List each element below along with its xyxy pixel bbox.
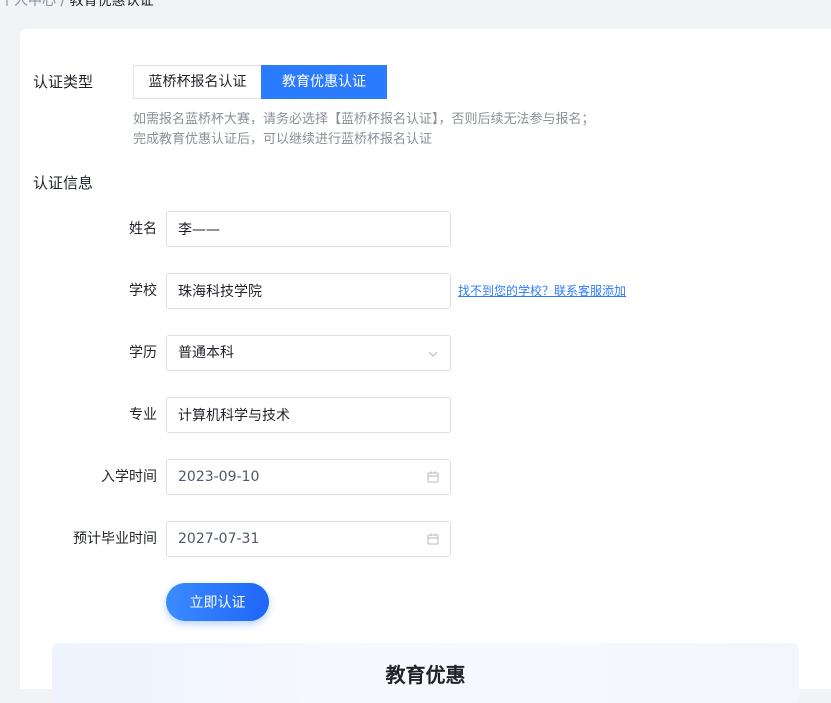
degree-select-value: 普通本科 xyxy=(178,345,234,361)
school-label: 学校 xyxy=(129,283,157,299)
promo-title: 教育优惠 xyxy=(385,663,466,687)
calendar-icon xyxy=(427,471,439,483)
cert-type-label: 认证类型 xyxy=(33,73,94,91)
name-row: 姓名 xyxy=(20,211,720,247)
cert-type-option-lanqiao[interactable]: 蓝桥杯报名认证 xyxy=(133,65,261,99)
major-row: 专业 xyxy=(20,397,720,433)
enroll-date-row: 入学时间 2023-09-10 xyxy=(20,459,720,495)
cert-type-hint-line1: 如需报名蓝桥杯大赛，请务必选择【蓝桥杯报名认证】，否则后续无法参与报名； xyxy=(133,112,595,127)
enroll-date-value: 2023-09-10 xyxy=(178,469,260,485)
major-label: 专业 xyxy=(129,407,157,423)
chevron-down-icon xyxy=(428,351,438,357)
cert-info-label: 认证信息 xyxy=(33,174,94,192)
breadcrumb-separator: / xyxy=(60,0,66,9)
school-input[interactable] xyxy=(166,273,451,309)
certification-card: 认证类型 蓝桥杯报名认证 教育优惠认证 如需报名蓝桥杯大赛，请务必选择【蓝桥杯报… xyxy=(20,29,831,703)
name-input[interactable] xyxy=(166,211,451,247)
grad-date-row: 预计毕业时间 2027-07-31 xyxy=(20,521,720,557)
school-row: 学校 找不到您的学校？联系客服添加 xyxy=(20,273,720,309)
cert-type-hint: 如需报名蓝桥杯大赛，请务必选择【蓝桥杯报名认证】，否则后续无法参与报名； 完成教… xyxy=(133,110,595,150)
cert-type-option-education[interactable]: 教育优惠认证 xyxy=(261,65,387,99)
degree-label: 学历 xyxy=(129,345,157,361)
cert-type-switch: 蓝桥杯报名认证 教育优惠认证 xyxy=(133,65,387,99)
cert-type-hint-line2: 完成教育优惠认证后，可以继续进行蓝桥杯报名认证 xyxy=(133,132,433,147)
name-label: 姓名 xyxy=(129,221,157,237)
grad-date-value: 2027-07-31 xyxy=(178,531,260,547)
grad-date-label: 预计毕业时间 xyxy=(73,531,157,547)
degree-row: 学历 普通本科 xyxy=(20,335,720,371)
breadcrumb: 个人中心 / 教育优惠认证 xyxy=(0,0,154,11)
major-input[interactable] xyxy=(166,397,451,433)
school-help-link[interactable]: 找不到您的学校？联系客服添加 xyxy=(458,273,626,309)
enroll-date-label: 入学时间 xyxy=(101,469,157,485)
submit-certification-button[interactable]: 立即认证 xyxy=(166,583,269,621)
degree-select[interactable]: 普通本科 xyxy=(166,335,451,371)
calendar-icon xyxy=(427,533,439,545)
breadcrumb-parent[interactable]: 个人中心 xyxy=(0,0,56,9)
breadcrumb-current: 教育优惠认证 xyxy=(69,0,154,9)
enroll-date-picker[interactable]: 2023-09-10 xyxy=(166,459,451,495)
grad-date-picker[interactable]: 2027-07-31 xyxy=(166,521,451,557)
education-promo-banner: 教育优惠 xyxy=(52,643,799,703)
